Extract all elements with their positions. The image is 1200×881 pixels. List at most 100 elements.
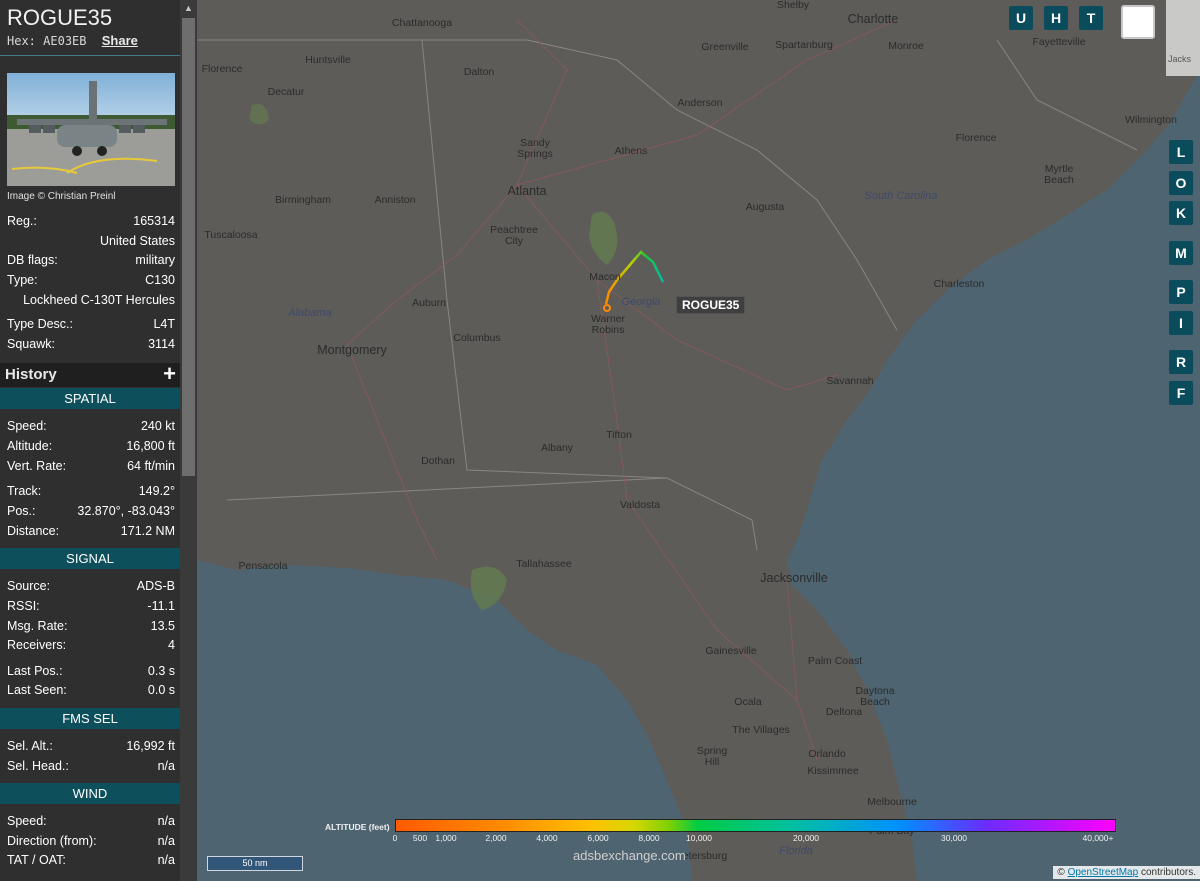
hex-line: Hex: AE03EB Share <box>7 33 138 48</box>
altitude-row: Altitude: 16,800 ft <box>7 437 175 455</box>
sidebar-scrollbar[interactable]: ▲ <box>180 0 197 881</box>
osm-link[interactable]: OpenStreetMap <box>1068 867 1139 878</box>
inset-panel[interactable]: Jacks <box>1166 0 1200 76</box>
legend-tick: 8,000 <box>638 833 660 843</box>
legend-tick: 20,000 <box>793 833 819 843</box>
legend-tick: 10,000 <box>686 833 712 843</box>
last-pos-row: Last Pos.: 0.3 s <box>7 662 175 680</box>
map-view[interactable]: Chattanooga Shelby Charlotte Monroe Faye… <box>197 0 1200 881</box>
altitude-legend: ALTITUDE (feet) 0 500 1,000 2,000 4,000 … <box>325 818 1125 848</box>
msg-rate-label: Msg. Rate: <box>7 619 68 633</box>
speed-label: Speed: <box>7 419 47 433</box>
city-warner-robins: Warner Robins <box>590 313 626 336</box>
pos-row: Pos.: 32.870°, -83.043° <box>7 502 175 520</box>
city-charlotte: Charlotte <box>847 12 899 26</box>
track-value: 149.2° <box>138 484 175 498</box>
db-flags-row: DB flags: military <box>7 251 175 269</box>
city-sandy-springs: Sandy Springs <box>517 137 553 160</box>
source-row: Source: ADS-B <box>7 577 175 595</box>
legend-tick: 40,000+ <box>1082 833 1114 843</box>
button-k[interactable]: K <box>1169 201 1193 225</box>
distance-value: 171.2 NM <box>120 524 175 538</box>
button-t[interactable]: T <box>1079 6 1103 30</box>
vert-rate-value: 64 ft/min <box>127 459 175 473</box>
type-label: Type: <box>7 273 38 287</box>
city-florence-al: Florence <box>201 63 243 75</box>
type-name-row: Lockheed C-130T Hercules <box>7 291 175 309</box>
db-flags-value: military <box>135 253 175 267</box>
button-p[interactable]: P <box>1169 280 1193 304</box>
legend-tick: 500 <box>412 833 428 843</box>
city-columbus: Columbus <box>453 332 501 344</box>
last-seen-row: Last Seen: 0.0 s <box>7 681 175 699</box>
rssi-row: RSSI: -11.1 <box>7 597 175 615</box>
city-macon: Macon <box>589 271 621 283</box>
legend-tick: 4,000 <box>536 833 558 843</box>
city-spring-hill: Spring Hill <box>696 745 728 768</box>
receivers-row: Receivers: 4 <box>7 636 175 654</box>
type-value: C130 <box>145 273 175 287</box>
scrollbar-thumb[interactable] <box>182 18 195 476</box>
scale-bar: 50 nm <box>207 856 303 871</box>
type-desc-row: Type Desc.: L4T <box>7 315 175 333</box>
msg-rate-row: Msg. Rate: 13.5 <box>7 617 175 635</box>
aircraft-photo[interactable] <box>7 73 175 186</box>
distance-row: Distance: 171.2 NM <box>7 522 175 540</box>
attribution-prefix: © <box>1057 867 1065 878</box>
reg-label: Reg.: <box>7 214 37 228</box>
speed-value: 240 kt <box>140 419 175 433</box>
city-monroe: Monroe <box>888 40 924 52</box>
track-label: Track: <box>7 484 42 498</box>
city-ocala: Ocala <box>734 696 762 708</box>
track-row: Track: 149.2° <box>7 482 175 500</box>
last-pos-label: Last Pos.: <box>7 664 63 678</box>
type-row: Type: C130 <box>7 271 175 289</box>
scroll-up-arrow-icon[interactable]: ▲ <box>180 0 197 17</box>
city-daytona-beach: Daytona Beach <box>855 685 895 708</box>
last-seen-label: Last Seen: <box>7 683 67 697</box>
city-kissimmee: Kissimmee <box>807 765 859 777</box>
wind-direction-value: n/a <box>157 834 175 848</box>
city-greenville: Greenville <box>701 41 749 53</box>
receivers-value: 4 <box>168 638 175 652</box>
layer-toggle-button[interactable] <box>1121 5 1155 39</box>
wind-speed-label: Speed: <box>7 814 47 828</box>
aircraft-map-label[interactable]: ROGUE35 <box>676 296 746 314</box>
button-r[interactable]: R <box>1169 350 1193 374</box>
button-o[interactable]: O <box>1169 171 1193 195</box>
type-desc-value: L4T <box>153 317 175 331</box>
source-value: ADS-B <box>136 579 175 593</box>
button-l[interactable]: L <box>1169 140 1193 164</box>
button-u[interactable]: U <box>1009 6 1033 30</box>
city-montgomery: Montgomery <box>317 343 387 357</box>
share-link[interactable]: Share <box>102 33 138 48</box>
button-h[interactable]: H <box>1044 6 1068 30</box>
callsign-title: ROGUE35 <box>7 5 113 30</box>
legend-title: ALTITUDE (feet) <box>325 822 390 832</box>
city-tallahassee: Tallahassee <box>516 558 572 570</box>
rssi-label: RSSI: <box>7 599 40 613</box>
city-chattanooga: Chattanooga <box>391 17 453 29</box>
city-tifton: Tifton <box>606 429 632 441</box>
city-palm-coast: Palm Coast <box>807 655 863 667</box>
button-f[interactable]: F <box>1169 381 1193 405</box>
sel-alt-value: 16,992 ft <box>126 739 175 753</box>
history-title: History <box>5 366 57 383</box>
city-gainesville: Gainesville <box>705 645 757 657</box>
button-m[interactable]: M <box>1169 241 1193 265</box>
city-spartanburg: Spartanburg <box>775 39 833 51</box>
wind-direction-row: Direction (from): n/a <box>7 832 175 850</box>
city-charleston: Charleston <box>933 278 985 290</box>
city-peachtree-city: Peachtree City <box>490 224 538 247</box>
history-header[interactable]: History + <box>0 361 180 387</box>
altitude-label: Altitude: <box>7 439 53 453</box>
history-expand-icon[interactable]: + <box>163 361 176 387</box>
city-the-villages: The Villages <box>732 724 790 736</box>
city-jacksonville: Jacksonville <box>760 571 828 585</box>
city-dothan: Dothan <box>421 455 455 467</box>
aircraft-marker-icon[interactable] <box>599 300 615 316</box>
button-i[interactable]: I <box>1169 311 1193 335</box>
tat-oat-row: TAT / OAT: n/a <box>7 851 175 869</box>
city-augusta: Augusta <box>745 201 785 213</box>
hex-label: Hex: <box>7 34 36 48</box>
